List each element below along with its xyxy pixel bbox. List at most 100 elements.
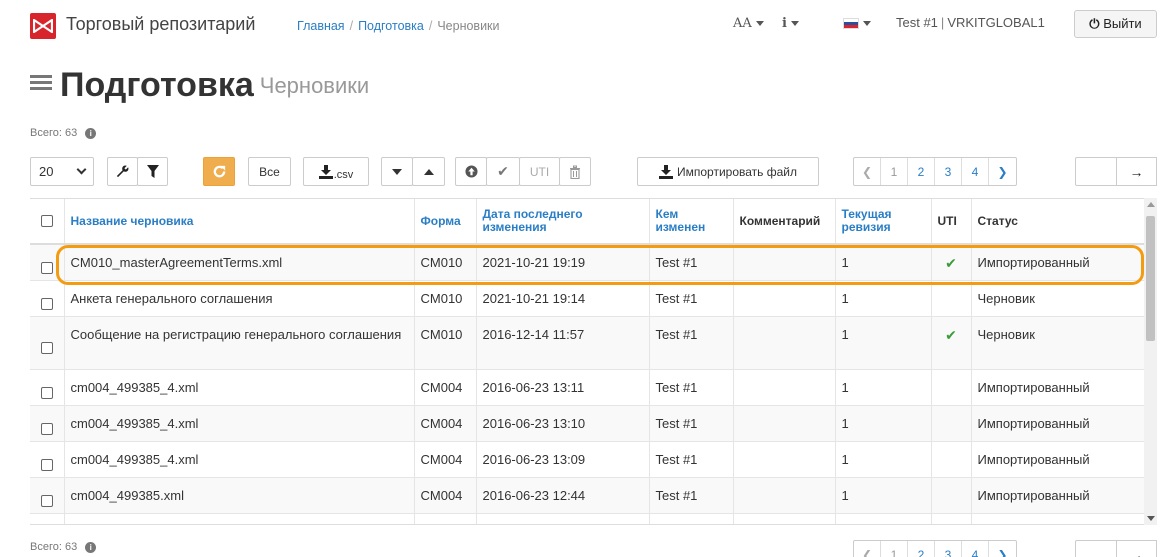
table-row[interactable]: [30, 513, 1144, 524]
cell-author: Test #1: [649, 405, 734, 442]
font-size-menu[interactable]: AA: [733, 15, 764, 31]
col-header-name[interactable]: Название черновика: [64, 199, 415, 245]
app-title[interactable]: Торговый репозитарий: [66, 14, 255, 35]
show-all-button[interactable]: Все: [248, 157, 291, 186]
page-link[interactable]: 3: [935, 541, 962, 557]
col-header-date[interactable]: Дата последнего изменения: [476, 199, 650, 245]
move-down-button[interactable]: [381, 157, 413, 186]
page-size-select[interactable]: 20: [30, 157, 94, 186]
cell-date: 2016-06-23 13:10: [476, 405, 650, 442]
breadcrumb-preparation[interactable]: Подготовка: [358, 19, 424, 33]
cell-date: 2016-06-23 13:09: [476, 441, 650, 478]
logout-label: Выйти: [1103, 16, 1142, 31]
russian-flag-icon: [843, 18, 859, 30]
export-csv-button[interactable]: .csv: [303, 157, 369, 186]
cell-revision: 1: [835, 316, 932, 370]
move-up-button[interactable]: [412, 157, 445, 186]
table-row[interactable]: cm004_499385_4.xml CM004 2016-06-23 13:1…: [30, 369, 1144, 406]
filter-icon: [146, 165, 159, 178]
refresh-button[interactable]: [203, 157, 235, 186]
drafts-table: Название черновика Форма Дата последнего…: [30, 199, 1144, 524]
cell-name: cm004_499385_4.xml: [64, 441, 415, 478]
cell-status: Импортированный: [971, 405, 1144, 442]
page-link[interactable]: 4: [962, 541, 989, 557]
page-link[interactable]: 1: [881, 541, 908, 557]
prev-page-icon[interactable]: ❮: [854, 541, 881, 557]
language-menu[interactable]: [843, 15, 871, 30]
page-number-input[interactable]: [1075, 540, 1117, 557]
filter-button[interactable]: [137, 157, 168, 186]
table-header-row: Название черновика Форма Дата последнего…: [30, 199, 1144, 245]
cell-status: Импортированный: [971, 244, 1144, 281]
logout-button[interactable]: ⏻ Выйти: [1074, 10, 1157, 38]
cell-comment: [733, 280, 836, 317]
select-all-checkbox[interactable]: [40, 215, 53, 228]
font-size-icon: AA: [733, 16, 752, 31]
cell-form: CM010: [414, 244, 477, 281]
select-all-cell: [30, 199, 65, 245]
scroll-down-icon[interactable]: [1147, 516, 1155, 521]
next-page-icon[interactable]: ❯: [989, 158, 1016, 185]
page-link[interactable]: 2: [908, 158, 935, 185]
col-header-form[interactable]: Форма: [414, 199, 477, 245]
cell-author: Test #1: [649, 280, 734, 317]
row-checkbox[interactable]: [40, 422, 53, 435]
prev-page-icon[interactable]: ❮: [854, 158, 881, 185]
uti-button[interactable]: UTI: [519, 157, 560, 186]
cell-uti: [931, 441, 972, 478]
cell-form: CM004: [414, 441, 477, 478]
cell-uti: [931, 405, 972, 442]
table-row[interactable]: cm004_499385_4.xml CM004 2016-06-23 13:1…: [30, 405, 1144, 442]
table-row[interactable]: cm004_499385.xml CM004 2016-06-23 12:44 …: [30, 477, 1144, 514]
settings-button[interactable]: [107, 157, 138, 186]
arrow-right-icon: →: [1129, 546, 1144, 557]
row-checkbox[interactable]: [40, 342, 53, 355]
approve-button[interactable]: ✔: [486, 157, 520, 186]
page-link[interactable]: 4: [962, 158, 989, 185]
upload-button[interactable]: [455, 157, 487, 186]
show-all-label: Все: [259, 164, 280, 179]
cell-revision: 1: [835, 441, 932, 478]
power-icon: ⏻: [1089, 16, 1100, 31]
info-circle-icon[interactable]: i: [85, 541, 97, 553]
check-icon: ✔: [497, 163, 509, 179]
table-row[interactable]: Анкета генерального соглашения CM010 202…: [30, 280, 1144, 317]
cell-comment: [733, 244, 836, 281]
row-checkbox[interactable]: [40, 386, 53, 399]
page-number-input[interactable]: [1075, 157, 1117, 186]
page-link[interactable]: 3: [935, 158, 962, 185]
page-link[interactable]: 2: [908, 541, 935, 557]
row-checkbox[interactable]: [40, 297, 53, 310]
col-header-status: Статус: [971, 199, 1144, 245]
page-link[interactable]: 1: [881, 158, 908, 185]
go-to-page-button[interactable]: →: [1117, 157, 1157, 186]
brand-logo-icon[interactable]: [30, 13, 56, 39]
table-row[interactable]: cm004_499385_4.xml CM004 2016-06-23 13:0…: [30, 441, 1144, 478]
cell-status: Черновик: [971, 280, 1144, 317]
download-icon: [318, 164, 333, 179]
arrow-up-circle-icon: [464, 165, 478, 178]
cell-author: Test #1: [649, 369, 734, 406]
delete-button[interactable]: [559, 157, 591, 186]
info-circle-icon[interactable]: i: [85, 127, 97, 139]
row-checkbox[interactable]: [40, 458, 53, 471]
row-checkbox[interactable]: [40, 261, 53, 274]
next-page-icon[interactable]: ❯: [989, 541, 1016, 557]
col-header-author[interactable]: Кем изменен: [649, 199, 734, 245]
triangle-up-icon: [423, 168, 434, 175]
table-scrollbar[interactable]: [1144, 198, 1157, 525]
import-file-button[interactable]: Импортировать файл: [637, 157, 819, 186]
cell-status: Импортированный: [971, 369, 1144, 406]
cell-date: 2021-10-21 19:14: [476, 280, 650, 317]
menu-toggle-icon[interactable]: [30, 72, 52, 93]
cell-comment: [733, 405, 836, 442]
table-row[interactable]: CM010_masterAgreementTerms.xml CM010 202…: [30, 244, 1144, 281]
info-menu[interactable]: i: [782, 15, 799, 31]
breadcrumb-home[interactable]: Главная: [297, 19, 345, 33]
go-to-page-button[interactable]: →: [1117, 540, 1157, 557]
scroll-up-icon[interactable]: [1147, 202, 1155, 207]
col-header-revision[interactable]: Текущая ревизия: [835, 199, 932, 245]
scrollbar-thumb[interactable]: [1146, 216, 1155, 341]
row-checkbox[interactable]: [40, 494, 53, 507]
table-row[interactable]: Сообщение на регистрацию генерального со…: [30, 316, 1144, 370]
